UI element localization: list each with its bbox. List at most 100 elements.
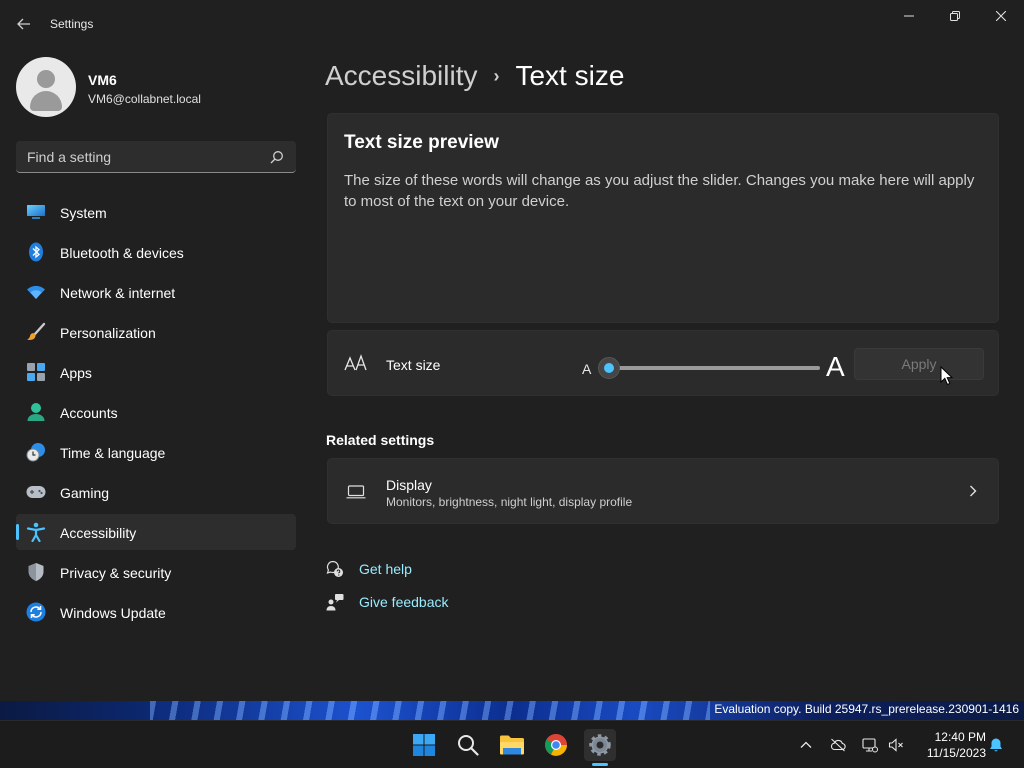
- display-title: Display: [386, 477, 432, 493]
- restore-button[interactable]: [932, 0, 978, 32]
- apply-button[interactable]: Apply: [854, 348, 984, 380]
- active-indicator: [16, 524, 19, 540]
- search-icon[interactable]: [270, 150, 284, 164]
- gamepad-icon: [26, 482, 46, 502]
- arrow-left-icon: [17, 18, 30, 30]
- sidebar-item-windows-update[interactable]: Windows Update: [16, 594, 296, 630]
- title-bar: Settings: [0, 0, 1024, 48]
- sidebar-item-label: Accessibility: [60, 525, 137, 541]
- search-input[interactable]: Find a setting: [16, 141, 296, 173]
- text-size-slider-thumb[interactable]: [598, 357, 620, 379]
- help-chat-icon: [326, 560, 343, 577]
- file-explorer-icon: [500, 735, 524, 755]
- sidebar-item-personalization[interactable]: Personalization: [16, 314, 296, 350]
- related-settings-heading: Related settings: [326, 432, 435, 448]
- breadcrumb-parent-link[interactable]: Accessibility: [325, 60, 477, 92]
- preview-text: The size of these words will change as y…: [344, 172, 975, 210]
- sidebar-item-apps[interactable]: Apps: [16, 354, 296, 390]
- minimize-button[interactable]: [886, 0, 932, 32]
- preview-title: Text size preview: [344, 132, 499, 153]
- sidebar-item-label: Gaming: [60, 485, 110, 501]
- close-icon: [996, 11, 1006, 21]
- sidebar-item-label: Network & internet: [60, 285, 176, 301]
- volume-muted-icon[interactable]: [888, 737, 904, 753]
- avatar-head: [37, 70, 55, 88]
- display-subtitle: Monitors, brightness, night light, displ…: [386, 495, 633, 509]
- start-icon: [413, 734, 435, 756]
- sidebar-item-label: Time & language: [60, 445, 166, 461]
- active-app-indicator: [592, 763, 608, 766]
- sidebar-item-system[interactable]: System: [16, 194, 296, 230]
- laptop-icon: [346, 485, 366, 499]
- taskbar: 12:40 PM 11/15/2023: [0, 720, 1024, 768]
- clock-globe-icon: [26, 442, 46, 462]
- sidebar-item-label: Accounts: [60, 405, 118, 421]
- give-feedback-text: Give feedback: [359, 594, 449, 610]
- chrome-button[interactable]: [540, 729, 572, 761]
- get-help-link[interactable]: Get help: [326, 558, 412, 580]
- person-icon: [26, 402, 46, 422]
- taskbar-search-button[interactable]: [452, 729, 484, 761]
- sidebar-item-time-language[interactable]: Time & language: [16, 434, 296, 470]
- sidebar-item-privacy[interactable]: Privacy & security: [16, 554, 296, 590]
- search-icon: [458, 735, 479, 756]
- system-icon: [26, 202, 46, 222]
- update-icon: [26, 602, 46, 622]
- app-title: Settings: [50, 17, 94, 31]
- brush-icon: [26, 322, 46, 342]
- slider-max-label: A: [826, 351, 845, 382]
- get-help-text: Get help: [359, 561, 412, 577]
- sidebar-item-label: Bluetooth & devices: [60, 245, 184, 261]
- breadcrumb: Accessibility › Text size: [325, 58, 624, 94]
- sidebar-item-bluetooth[interactable]: Bluetooth & devices: [16, 234, 296, 270]
- accessibility-icon: [26, 522, 46, 542]
- cloud-off-icon[interactable]: [830, 737, 846, 753]
- sidebar-item-gaming[interactable]: Gaming: [16, 474, 296, 510]
- avatar: [16, 57, 76, 117]
- text-size-label: Text size: [386, 357, 441, 373]
- sidebar-item-label: Apps: [60, 365, 92, 381]
- user-profile[interactable]: VM6 VM6@collabnet.local: [16, 57, 296, 117]
- display-settings-link[interactable]: Display Monitors, brightness, night ligh…: [327, 458, 999, 524]
- close-button[interactable]: [978, 0, 1024, 32]
- evaluation-watermark: Evaluation copy. Build 25947.rs_prerelea…: [714, 702, 1019, 716]
- chevron-up-icon[interactable]: [798, 737, 814, 753]
- give-feedback-link[interactable]: Give feedback: [326, 591, 449, 613]
- feedback-icon: [326, 594, 344, 611]
- clock-date: 11/15/2023: [926, 746, 986, 760]
- clock[interactable]: 12:40 PM 11/15/2023: [916, 729, 986, 761]
- settings-app-button[interactable]: [584, 729, 616, 761]
- wifi-icon: [26, 282, 46, 302]
- profile-name: VM6: [88, 72, 117, 88]
- sidebar-item-label: Windows Update: [60, 605, 166, 621]
- breadcrumb-separator: ›: [493, 65, 500, 86]
- chevron-right-icon: [970, 485, 977, 497]
- text-size-slider-track[interactable]: [610, 366, 820, 370]
- sidebar-item-accounts[interactable]: Accounts: [16, 394, 296, 430]
- minimize-icon: [904, 15, 914, 17]
- bluetooth-icon: [26, 242, 46, 262]
- sidebar-item-accessibility[interactable]: Accessibility: [16, 514, 296, 550]
- text-size-icon: [344, 354, 367, 371]
- text-size-setting-card: Text size A A Apply: [327, 330, 999, 396]
- start-button[interactable]: [408, 729, 440, 761]
- clock-time: 12:40 PM: [934, 730, 986, 744]
- avatar-body: [30, 91, 62, 111]
- text-size-preview-card: Text size preview The size of these word…: [327, 113, 999, 323]
- mouse-cursor-icon: [940, 366, 954, 386]
- search-placeholder: Find a setting: [27, 149, 112, 165]
- file-explorer-button[interactable]: [496, 729, 528, 761]
- network-icon[interactable]: [862, 737, 878, 753]
- sidebar-item-network[interactable]: Network & internet: [16, 274, 296, 310]
- page-title: Text size: [515, 60, 625, 91]
- sidebar-item-label: Privacy & security: [60, 565, 172, 581]
- sidebar-item-label: System: [60, 205, 107, 221]
- back-button[interactable]: [10, 10, 38, 38]
- sidebar-nav: System Bluetooth & devices Network & int…: [16, 194, 296, 634]
- sidebar-item-label: Personalization: [60, 325, 156, 341]
- shield-icon: [26, 562, 46, 582]
- chrome-icon: [545, 734, 567, 756]
- bell-icon[interactable]: [988, 737, 1004, 753]
- apps-icon: [26, 362, 46, 382]
- restore-icon: [950, 11, 960, 21]
